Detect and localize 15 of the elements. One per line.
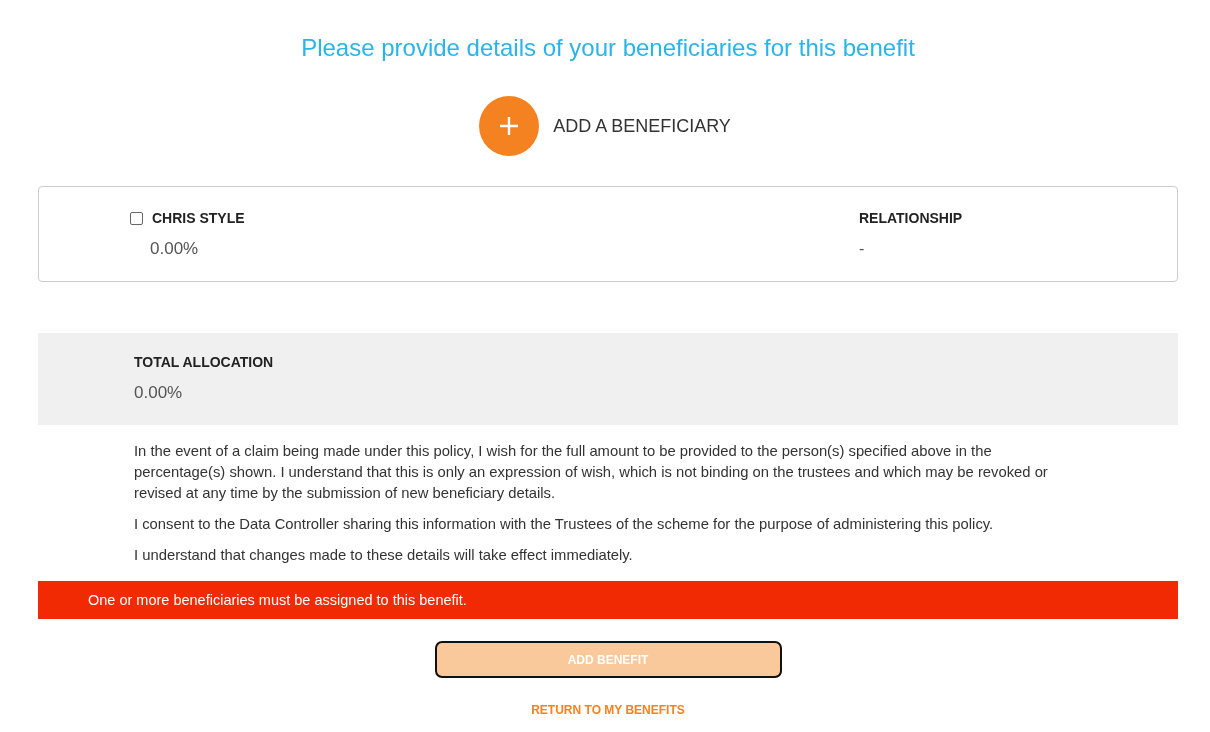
error-message: One or more beneficiaries must be assigned to this benefit. <box>88 592 467 608</box>
checkbox[interactable] <box>130 211 143 225</box>
declaration-paragraph: I understand that changes made to these details will take effect immediately. <box>134 546 634 565</box>
beneficiary-name: CHRIS STYLE <box>152 209 245 228</box>
return-link[interactable]: RETURN TO MY BENEFITS <box>531 701 685 719</box>
total-allocation-label: TOTAL ALLOCATION <box>134 353 274 372</box>
declaration-paragraph: In the event of a claim being made under this policy, I wish for the full amount to be provided to the person(s) specified above in the percentage(s) shown. I understand that this is only an expression of wish, which is not binding on the trustees and which may be revoked or revised at any time by the submission of new beneficiary details. <box>134 442 1049 503</box>
plus-icon <box>479 96 540 156</box>
page-heading: Please provide details of your beneficiaries for this benefit <box>301 33 915 63</box>
allocation-value: 0.00% <box>150 239 199 258</box>
relationship-value: - <box>859 240 865 257</box>
add-beneficiary-button[interactable]: ADD A BENEFICIARY <box>479 96 731 156</box>
declaration-paragraph: I consent to the Data Controller sharing this information with the Trustees of the scheme for the purpose of administering this policy. <box>134 515 995 534</box>
total-allocation-value: 0.00% <box>134 382 183 404</box>
relationship-label: RELATIONSHIP <box>859 209 963 228</box>
